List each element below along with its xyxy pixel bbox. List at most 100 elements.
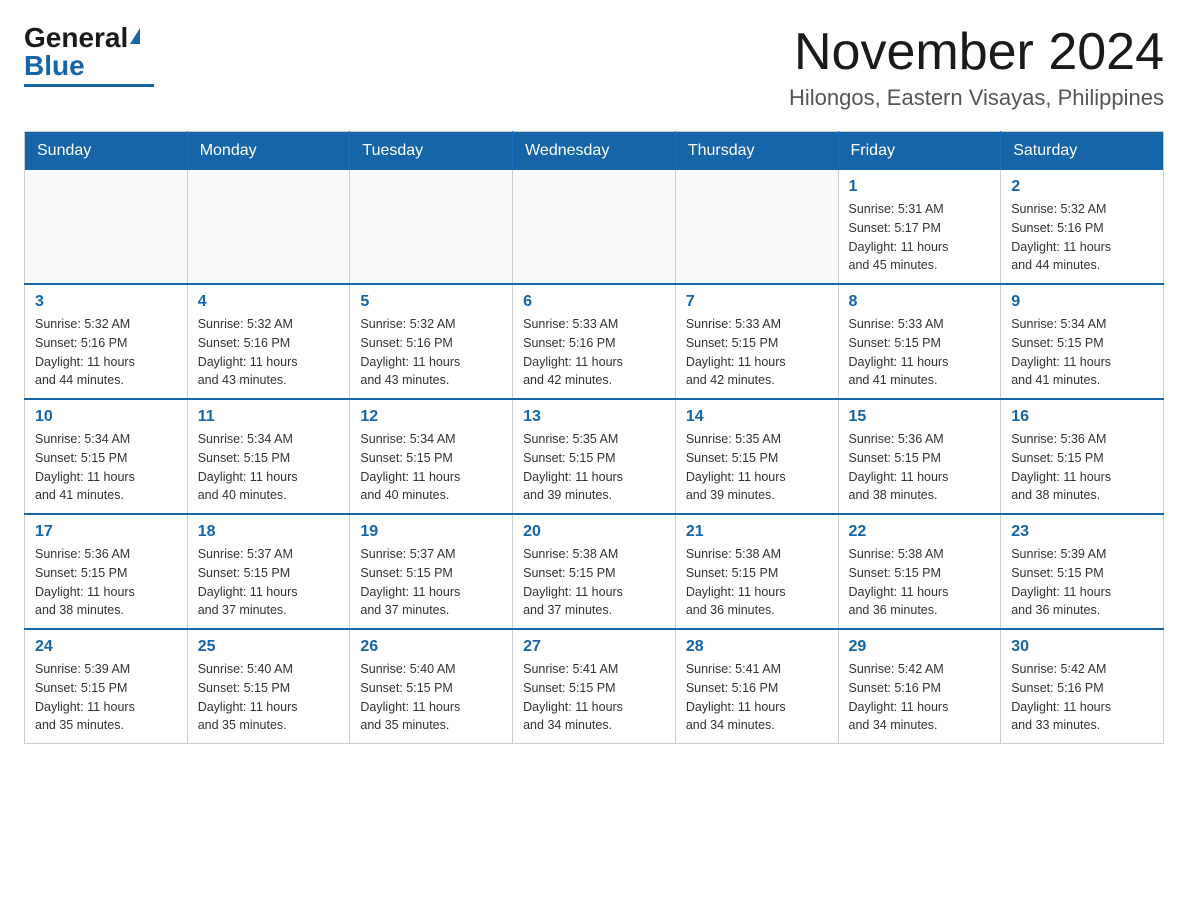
day-info: Sunrise: 5:33 AM Sunset: 5:15 PM Dayligh… xyxy=(849,315,991,390)
day-info: Sunrise: 5:33 AM Sunset: 5:16 PM Dayligh… xyxy=(523,315,665,390)
day-number: 23 xyxy=(1011,523,1153,541)
day-info: Sunrise: 5:32 AM Sunset: 5:16 PM Dayligh… xyxy=(198,315,340,390)
day-number: 3 xyxy=(35,293,177,311)
day-info: Sunrise: 5:32 AM Sunset: 5:16 PM Dayligh… xyxy=(360,315,502,390)
calendar-cell: 21 Sunrise: 5:38 AM Sunset: 5:15 PM Dayli… xyxy=(675,514,838,629)
day-info: Sunrise: 5:38 AM Sunset: 5:15 PM Dayligh… xyxy=(686,545,828,620)
day-info: Sunrise: 5:35 AM Sunset: 5:15 PM Dayligh… xyxy=(686,430,828,505)
calendar-cell: 6 Sunrise: 5:33 AM Sunset: 5:16 PM Daylig… xyxy=(513,284,676,399)
day-number: 30 xyxy=(1011,638,1153,656)
day-number: 24 xyxy=(35,638,177,656)
calendar-cell: 13Sunrise: 5:35 AM Sunset: 5:15 PM Dayli… xyxy=(513,399,676,514)
calendar-cell xyxy=(513,170,676,284)
day-info: Sunrise: 5:39 AM Sunset: 5:15 PM Dayligh… xyxy=(35,660,177,735)
day-number: 18 xyxy=(198,523,340,541)
calendar-cell: 2Sunrise: 5:32 AM Sunset: 5:16 PM Daylig… xyxy=(1001,170,1164,284)
day-number: 6 xyxy=(523,293,665,311)
calendar-cell: 18 Sunrise: 5:37 AM Sunset: 5:15 PM Dayli… xyxy=(187,514,350,629)
day-number: 19 xyxy=(360,523,502,541)
day-number: 12 xyxy=(360,408,502,426)
calendar-week-row: 10 Sunrise: 5:34 AM Sunset: 5:15 PM Dayli… xyxy=(25,399,1164,514)
day-number: 21 xyxy=(686,523,828,541)
logo-general-text: General xyxy=(24,24,128,52)
weekday-header-saturday: Saturday xyxy=(1001,132,1164,171)
calendar-cell: 20Sunrise: 5:38 AM Sunset: 5:15 PM Dayli… xyxy=(513,514,676,629)
day-number: 26 xyxy=(360,638,502,656)
day-info: Sunrise: 5:32 AM Sunset: 5:16 PM Dayligh… xyxy=(35,315,177,390)
title-section: November 2024 Hilongos, Eastern Visayas,… xyxy=(789,24,1164,111)
calendar-cell: 26 Sunrise: 5:40 AM Sunset: 5:15 PM Dayli… xyxy=(350,629,513,744)
day-info: Sunrise: 5:33 AM Sunset: 5:15 PM Dayligh… xyxy=(686,315,828,390)
calendar-cell: 3 Sunrise: 5:32 AM Sunset: 5:16 PM Daylig… xyxy=(25,284,188,399)
day-number: 10 xyxy=(35,408,177,426)
day-number: 14 xyxy=(686,408,828,426)
day-number: 1 xyxy=(849,178,991,196)
day-number: 9 xyxy=(1011,293,1153,311)
calendar-cell: 27Sunrise: 5:41 AM Sunset: 5:15 PM Dayli… xyxy=(513,629,676,744)
calendar-week-row: 3 Sunrise: 5:32 AM Sunset: 5:16 PM Daylig… xyxy=(25,284,1164,399)
weekday-header-row: SundayMondayTuesdayWednesdayThursdayFrid… xyxy=(25,132,1164,171)
weekday-header-monday: Monday xyxy=(187,132,350,171)
month-title: November 2024 xyxy=(789,24,1164,81)
weekday-header-sunday: Sunday xyxy=(25,132,188,171)
calendar-cell: 29 Sunrise: 5:42 AM Sunset: 5:16 PM Dayli… xyxy=(838,629,1001,744)
logo: General Blue xyxy=(24,24,154,87)
day-info: Sunrise: 5:34 AM Sunset: 5:15 PM Dayligh… xyxy=(35,430,177,505)
calendar-week-row: 1 Sunrise: 5:31 AM Sunset: 5:17 PM Daylig… xyxy=(25,170,1164,284)
calendar-cell xyxy=(25,170,188,284)
calendar-cell: 12 Sunrise: 5:34 AM Sunset: 5:15 PM Dayli… xyxy=(350,399,513,514)
day-info: Sunrise: 5:40 AM Sunset: 5:15 PM Dayligh… xyxy=(360,660,502,735)
day-number: 4 xyxy=(198,293,340,311)
day-info: Sunrise: 5:37 AM Sunset: 5:15 PM Dayligh… xyxy=(360,545,502,620)
day-info: Sunrise: 5:40 AM Sunset: 5:15 PM Dayligh… xyxy=(198,660,340,735)
calendar-cell: 5Sunrise: 5:32 AM Sunset: 5:16 PM Daylig… xyxy=(350,284,513,399)
day-info: Sunrise: 5:36 AM Sunset: 5:15 PM Dayligh… xyxy=(35,545,177,620)
day-number: 13 xyxy=(523,408,665,426)
calendar-cell: 22Sunrise: 5:38 AM Sunset: 5:15 PM Dayli… xyxy=(838,514,1001,629)
day-number: 8 xyxy=(849,293,991,311)
day-number: 28 xyxy=(686,638,828,656)
day-info: Sunrise: 5:36 AM Sunset: 5:15 PM Dayligh… xyxy=(849,430,991,505)
weekday-header-friday: Friday xyxy=(838,132,1001,171)
day-number: 16 xyxy=(1011,408,1153,426)
day-number: 29 xyxy=(849,638,991,656)
calendar-cell: 1 Sunrise: 5:31 AM Sunset: 5:17 PM Daylig… xyxy=(838,170,1001,284)
day-number: 11 xyxy=(198,408,340,426)
day-info: Sunrise: 5:39 AM Sunset: 5:15 PM Dayligh… xyxy=(1011,545,1153,620)
day-info: Sunrise: 5:34 AM Sunset: 5:15 PM Dayligh… xyxy=(360,430,502,505)
calendar-cell: 25Sunrise: 5:40 AM Sunset: 5:15 PM Dayli… xyxy=(187,629,350,744)
calendar-cell: 19 Sunrise: 5:37 AM Sunset: 5:15 PM Dayli… xyxy=(350,514,513,629)
day-info: Sunrise: 5:41 AM Sunset: 5:15 PM Dayligh… xyxy=(523,660,665,735)
calendar-cell: 23 Sunrise: 5:39 AM Sunset: 5:15 PM Dayli… xyxy=(1001,514,1164,629)
day-number: 7 xyxy=(686,293,828,311)
day-number: 17 xyxy=(35,523,177,541)
calendar-cell xyxy=(350,170,513,284)
calendar-cell: 30 Sunrise: 5:42 AM Sunset: 5:16 PM Dayli… xyxy=(1001,629,1164,744)
day-number: 2 xyxy=(1011,178,1153,196)
calendar-cell: 7 Sunrise: 5:33 AM Sunset: 5:15 PM Daylig… xyxy=(675,284,838,399)
calendar-cell: 11 Sunrise: 5:34 AM Sunset: 5:15 PM Dayli… xyxy=(187,399,350,514)
day-info: Sunrise: 5:34 AM Sunset: 5:15 PM Dayligh… xyxy=(198,430,340,505)
calendar-cell: 24 Sunrise: 5:39 AM Sunset: 5:15 PM Dayli… xyxy=(25,629,188,744)
day-info: Sunrise: 5:42 AM Sunset: 5:16 PM Dayligh… xyxy=(849,660,991,735)
page-header: General Blue November 2024 Hilongos, Eas… xyxy=(24,24,1164,111)
calendar-cell xyxy=(187,170,350,284)
weekday-header-tuesday: Tuesday xyxy=(350,132,513,171)
calendar-cell: 14 Sunrise: 5:35 AM Sunset: 5:15 PM Dayli… xyxy=(675,399,838,514)
day-info: Sunrise: 5:42 AM Sunset: 5:16 PM Dayligh… xyxy=(1011,660,1153,735)
calendar-week-row: 24 Sunrise: 5:39 AM Sunset: 5:15 PM Dayli… xyxy=(25,629,1164,744)
calendar-table: SundayMondayTuesdayWednesdayThursdayFrid… xyxy=(24,131,1164,744)
logo-blue-text: Blue xyxy=(24,52,85,80)
calendar-cell: 15Sunrise: 5:36 AM Sunset: 5:15 PM Dayli… xyxy=(838,399,1001,514)
location-title: Hilongos, Eastern Visayas, Philippines xyxy=(789,85,1164,111)
logo-underline xyxy=(24,84,154,87)
day-info: Sunrise: 5:37 AM Sunset: 5:15 PM Dayligh… xyxy=(198,545,340,620)
calendar-cell: 17 Sunrise: 5:36 AM Sunset: 5:15 PM Dayli… xyxy=(25,514,188,629)
day-info: Sunrise: 5:41 AM Sunset: 5:16 PM Dayligh… xyxy=(686,660,828,735)
day-info: Sunrise: 5:31 AM Sunset: 5:17 PM Dayligh… xyxy=(849,200,991,275)
day-info: Sunrise: 5:38 AM Sunset: 5:15 PM Dayligh… xyxy=(849,545,991,620)
weekday-header-wednesday: Wednesday xyxy=(513,132,676,171)
logo-triangle-icon xyxy=(130,28,140,44)
calendar-cell: 16Sunrise: 5:36 AM Sunset: 5:15 PM Dayli… xyxy=(1001,399,1164,514)
day-info: Sunrise: 5:38 AM Sunset: 5:15 PM Dayligh… xyxy=(523,545,665,620)
